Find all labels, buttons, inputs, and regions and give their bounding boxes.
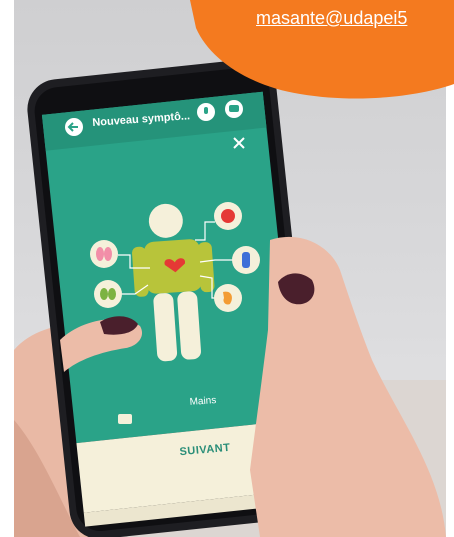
speech-bubble-icon[interactable] (118, 414, 132, 424)
email-link[interactable]: masante@udapei5 (256, 8, 454, 29)
